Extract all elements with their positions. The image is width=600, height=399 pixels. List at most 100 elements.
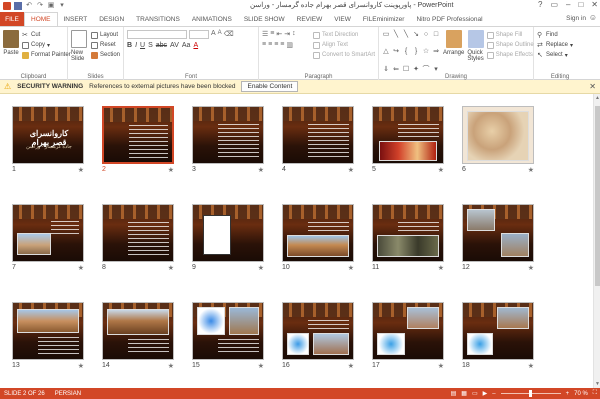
- slide-preview[interactable]: [282, 106, 354, 164]
- sign-in-link[interactable]: Sign in: [566, 15, 586, 22]
- ribbon-display-icon[interactable]: ▭: [550, 0, 558, 9]
- undo-icon[interactable]: ↶: [25, 2, 33, 10]
- scroll-thumb[interactable]: [595, 106, 600, 286]
- slide-preview[interactable]: [12, 204, 84, 262]
- underline-icon[interactable]: U: [140, 42, 145, 49]
- tab-view[interactable]: VIEW: [328, 12, 357, 26]
- section-button[interactable]: Section: [90, 50, 120, 60]
- tab-nitro-pdf[interactable]: Nitro PDF Professional: [410, 12, 488, 26]
- tab-animations[interactable]: ANIMATIONS: [186, 12, 238, 26]
- zoom-slider-knob[interactable]: [528, 390, 532, 397]
- slide-preview[interactable]: [102, 302, 174, 360]
- customize-qat-icon[interactable]: ▾: [58, 2, 66, 10]
- line-spacing-icon[interactable]: ↕: [292, 30, 296, 38]
- shadow-icon[interactable]: S: [148, 42, 153, 49]
- strikethrough-icon[interactable]: abc: [156, 42, 167, 49]
- slide-preview[interactable]: کاروانسرای قصر بهرام جاده گرمسار - وراسن: [12, 106, 84, 164]
- zoom-out-icon[interactable]: –: [492, 391, 495, 397]
- slide-preview[interactable]: [102, 204, 174, 262]
- brace-shape-icon[interactable]: }: [412, 48, 420, 56]
- slide-thumbnail[interactable]: 8 ★: [102, 204, 174, 274]
- shrink-font-icon[interactable]: A: [218, 30, 222, 39]
- slide-preview[interactable]: [12, 302, 84, 360]
- change-case-icon[interactable]: Aa: [182, 42, 191, 49]
- align-left-icon[interactable]: ≡: [262, 41, 266, 49]
- columns-icon[interactable]: ▥: [286, 41, 293, 49]
- slide-thumbnail[interactable]: 14 ★: [102, 302, 174, 372]
- bullets-icon[interactable]: ☰: [262, 30, 268, 38]
- slide-thumbnail[interactable]: 11 ★: [372, 204, 444, 274]
- scroll-up-icon[interactable]: ▲: [594, 95, 600, 101]
- slide-thumbnail[interactable]: 3 ★: [192, 106, 264, 176]
- tab-insert[interactable]: INSERT: [58, 12, 94, 26]
- curve-shape-icon[interactable]: ⌒: [422, 66, 430, 74]
- slide-thumbnail[interactable]: 18 ★: [462, 302, 534, 372]
- slide-preview[interactable]: [372, 204, 444, 262]
- line-shape-icon[interactable]: ╲: [392, 31, 400, 39]
- enable-content-button[interactable]: Enable Content: [241, 81, 299, 92]
- shape-fill-button[interactable]: Shape Fill: [486, 30, 534, 40]
- rectangle-shape-icon[interactable]: □: [432, 31, 440, 39]
- reading-view-icon[interactable]: ▭: [472, 390, 478, 397]
- slide-thumbnail[interactable]: 10 ★: [282, 204, 354, 274]
- align-center-icon[interactable]: ≡: [268, 41, 272, 49]
- slide-thumbnail[interactable]: 7 ★: [12, 204, 84, 274]
- font-name-box[interactable]: [127, 30, 187, 39]
- minimize-icon[interactable]: –: [566, 0, 570, 9]
- start-slideshow-icon[interactable]: ▣: [47, 2, 55, 10]
- language-indicator[interactable]: PERSIAN: [45, 391, 81, 397]
- tab-design[interactable]: DESIGN: [93, 12, 130, 26]
- close-warning-icon[interactable]: ✕: [589, 82, 596, 91]
- zoom-slider[interactable]: [500, 390, 561, 397]
- decrease-indent-icon[interactable]: ⇤: [276, 30, 282, 38]
- char-spacing-icon[interactable]: AV: [170, 42, 179, 49]
- slide-preview[interactable]: [462, 302, 534, 360]
- slide-preview[interactable]: [282, 204, 354, 262]
- slide-thumbnail[interactable]: 9 ★: [192, 204, 264, 274]
- fit-slide-icon[interactable]: ⛶: [593, 390, 597, 397]
- tab-fileminimizer[interactable]: FILEminimizer: [357, 12, 411, 26]
- save-icon[interactable]: [14, 2, 22, 10]
- arrow-shape-icon[interactable]: ↘: [412, 31, 420, 39]
- justify-icon[interactable]: ≡: [280, 41, 284, 49]
- maximize-icon[interactable]: □: [578, 0, 583, 9]
- slide-thumbnail[interactable]: 17 ★: [372, 302, 444, 372]
- replace-button[interactable]: ⇄ Replace ▾: [537, 40, 583, 50]
- slide-sorter-view-icon[interactable]: ▦: [461, 390, 467, 397]
- slide-preview[interactable]: [102, 106, 174, 164]
- italic-icon[interactable]: I: [135, 42, 137, 49]
- line-shape-icon[interactable]: ╲: [402, 31, 410, 39]
- shape-effects-button[interactable]: Shape Effects: [486, 50, 534, 60]
- slide-preview[interactable]: [462, 204, 534, 262]
- triangle-shape-icon[interactable]: △: [382, 48, 390, 56]
- numbering-icon[interactable]: ≡: [270, 30, 274, 38]
- bold-icon[interactable]: B: [127, 42, 132, 49]
- normal-view-icon[interactable]: ▤: [451, 390, 457, 397]
- callout-shape-icon[interactable]: ☐: [402, 66, 410, 74]
- scroll-down-icon[interactable]: ▼: [594, 381, 600, 387]
- powerpoint-logo-icon[interactable]: [3, 2, 11, 10]
- select-button[interactable]: ↖ Select ▾: [537, 50, 583, 60]
- slideshow-view-icon[interactable]: ▶: [483, 390, 488, 397]
- slide-thumbnail[interactable]: 15 ★: [192, 302, 264, 372]
- layout-button[interactable]: Layout: [90, 30, 120, 40]
- slide-thumbnail[interactable]: 2 ★: [102, 106, 174, 176]
- slide-preview[interactable]: [462, 106, 534, 164]
- help-icon[interactable]: ?: [538, 0, 542, 9]
- arrow-down-shape-icon[interactable]: ⇓: [382, 66, 390, 74]
- text-direction-button[interactable]: Text Direction: [312, 30, 375, 40]
- tab-home[interactable]: HOME: [24, 12, 58, 26]
- tab-transitions[interactable]: TRANSITIONS: [130, 12, 186, 26]
- more-shapes-icon[interactable]: ▾: [432, 66, 440, 74]
- star-shape-icon[interactable]: ☆: [422, 48, 430, 56]
- clear-format-icon[interactable]: ⌫: [224, 30, 234, 39]
- slide-thumbnail[interactable]: 16 ★: [282, 302, 354, 372]
- slide-preview[interactable]: [192, 302, 264, 360]
- copy-button[interactable]: Copy ▾: [22, 40, 71, 50]
- slide-preview[interactable]: [192, 106, 264, 164]
- align-right-icon[interactable]: ≡: [274, 41, 278, 49]
- arrow-right-shape-icon[interactable]: ⇒: [432, 48, 440, 56]
- slide-preview[interactable]: [282, 302, 354, 360]
- tab-review[interactable]: REVIEW: [291, 12, 329, 26]
- tab-slide-show[interactable]: SLIDE SHOW: [238, 12, 291, 26]
